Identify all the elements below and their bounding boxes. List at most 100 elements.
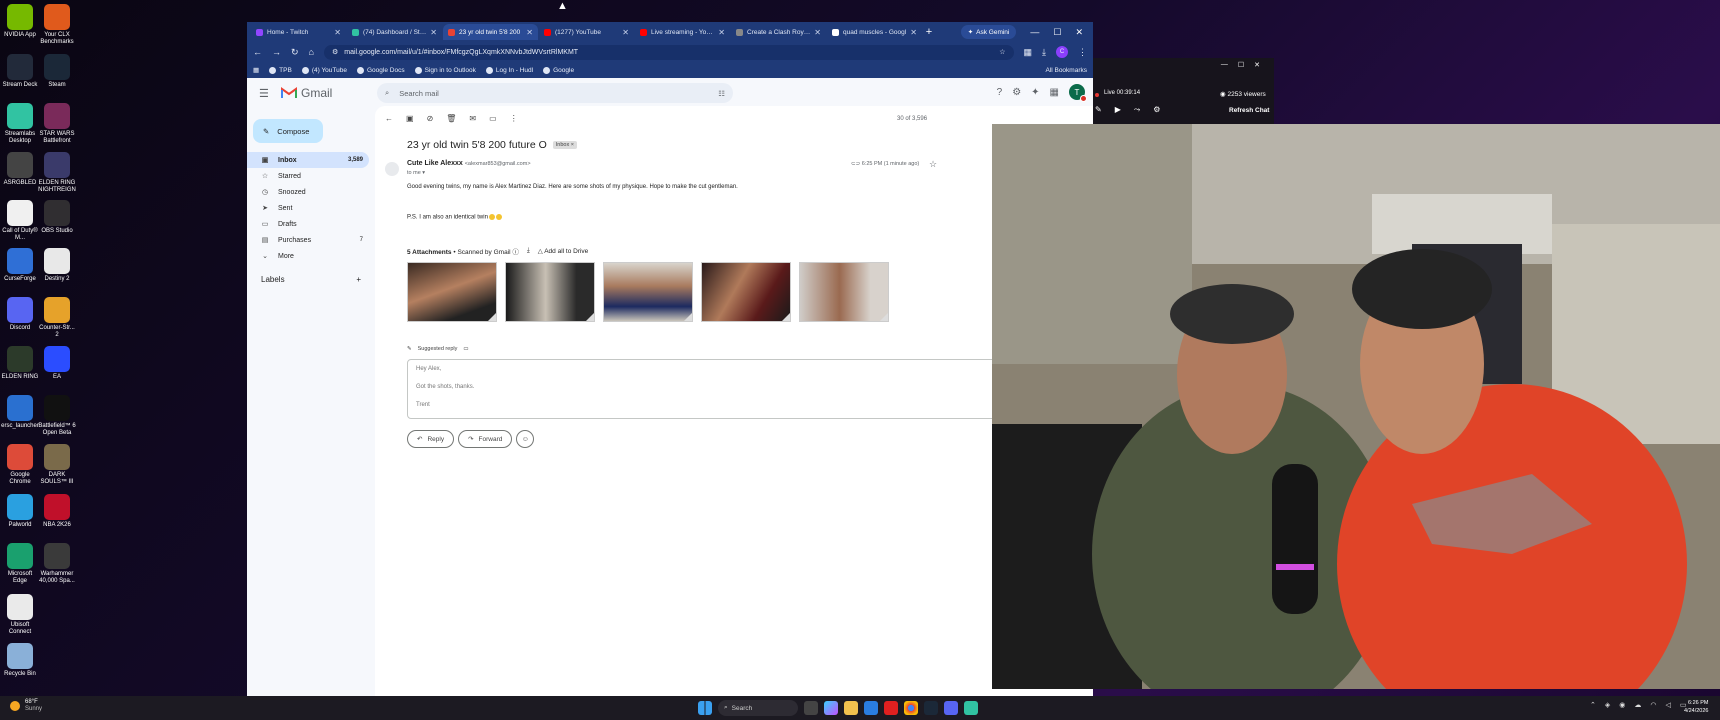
file-explorer-icon[interactable]	[844, 701, 858, 715]
task-view-icon[interactable]	[804, 701, 818, 715]
tray-app-icon[interactable]: ◉	[1619, 701, 1625, 709]
move-to-icon[interactable]: ▭	[489, 114, 497, 123]
attachment-thumbnail[interactable]	[603, 262, 693, 322]
search-icon[interactable]: ⌕	[385, 88, 389, 98]
tray-app-icon[interactable]: ◈	[1605, 701, 1610, 709]
minimize-icon[interactable]: —	[1030, 27, 1039, 38]
tab-close-icon[interactable]: ✕	[526, 28, 533, 37]
suggested-reply-box[interactable]: Hey Alex, Got the shots, thanks. Trent	[407, 359, 1007, 419]
new-tab-button[interactable]: +	[922, 26, 936, 38]
extensions-icon[interactable]: ▦	[1024, 47, 1033, 58]
download-all-icon[interactable]: ⤓	[527, 247, 530, 255]
desktop-icon[interactable]: EA	[37, 346, 77, 381]
add-label-icon[interactable]: +	[356, 275, 361, 284]
clip-icon[interactable]: ▶	[1115, 105, 1121, 115]
mark-unread-icon[interactable]: ✉	[469, 114, 476, 123]
desktop-icon[interactable]: NVIDIA App	[0, 4, 40, 39]
help-icon[interactable]: ?	[997, 87, 1003, 98]
reload-icon[interactable]: ↻	[291, 47, 299, 58]
home-icon[interactable]: ⌂	[309, 47, 314, 57]
back-icon[interactable]: ←	[253, 47, 262, 57]
settings-gear-icon[interactable]: ⚙	[1012, 87, 1021, 98]
browser-tab[interactable]: Create a Clash Royale ✕	[731, 24, 826, 40]
emoji-react-button[interactable]: ☺	[516, 430, 535, 448]
google-apps-icon[interactable]: ▦	[1050, 87, 1059, 98]
desktop-icon[interactable]: Google Chrome	[0, 444, 40, 486]
search-options-icon[interactable]: ☷	[718, 89, 725, 98]
bookmark-star-icon[interactable]: ☆	[999, 48, 1005, 56]
weather-widget[interactable]: 68°F Sunny	[10, 699, 42, 713]
store-icon[interactable]	[864, 701, 878, 715]
streamlabs-icon[interactable]	[964, 701, 978, 715]
browser-tab[interactable]: quad muscles - Googl ✕	[827, 24, 922, 40]
add-to-drive-button[interactable]: △ Add all to Drive	[538, 247, 589, 255]
inbox-label-chip[interactable]: Inbox ×	[552, 141, 577, 149]
windows-start-icon[interactable]	[698, 701, 712, 715]
feedback-icon[interactable]: ▭	[463, 346, 468, 352]
browser-tab[interactable]: Home - Twitch ✕	[251, 24, 346, 40]
wifi-icon[interactable]: ◠	[1650, 701, 1656, 709]
desktop-icon[interactable]: Destiny 2	[37, 248, 77, 283]
sidebar-item-snoozed[interactable]: ◷ Snoozed	[247, 184, 369, 200]
desktop-icon[interactable]: Streamlabs Desktop	[0, 103, 40, 145]
star-icon[interactable]: ☆	[929, 159, 937, 170]
forward-button[interactable]: ↷ Forward	[458, 430, 513, 448]
maximize-icon[interactable]: ☐	[1238, 61, 1244, 69]
back-to-inbox-icon[interactable]: ←	[385, 114, 393, 123]
tab-close-icon[interactable]: ✕	[718, 28, 725, 37]
browser-tab[interactable]: (74) Dashboard / Strea ✕	[347, 24, 442, 40]
desktop-icon[interactable]: Palworld	[0, 494, 40, 529]
ask-gemini-button[interactable]: ✦ Ask Gemini	[960, 25, 1017, 39]
desktop-icon[interactable]: ersc_launcher	[0, 395, 40, 430]
sidebar-item-starred[interactable]: ☆ Starred	[247, 168, 369, 184]
desktop-icon[interactable]: ELDEN RING	[0, 346, 40, 381]
desktop-icon[interactable]: ASRGBLED	[0, 152, 40, 187]
sidebar-item-drafts[interactable]: ▭ Drafts	[247, 216, 369, 232]
close-icon[interactable]: ✕	[1075, 27, 1083, 38]
browser-tab[interactable]: (1277) YouTube ✕	[539, 24, 634, 40]
compose-button[interactable]: ✎ Compose	[253, 119, 323, 143]
bookmark-item[interactable]: Log In - Hudl	[485, 66, 533, 74]
steam-icon[interactable]	[924, 701, 938, 715]
minimize-icon[interactable]: —	[1221, 61, 1228, 69]
account-avatar[interactable]: T	[1069, 84, 1087, 102]
desktop-icon[interactable]: Warhammer 40,000 Spa...	[37, 543, 77, 585]
desktop-icon[interactable]: CurseForge	[0, 248, 40, 283]
system-clock[interactable]: 6:26 PM 4/24/2026	[1684, 699, 1708, 715]
gmail-logo[interactable]: Gmail	[281, 86, 332, 100]
sidebar-item-purchases[interactable]: ▤ Purchases 7	[247, 232, 369, 248]
more-options-icon[interactable]: ⋮	[510, 114, 518, 123]
refresh-chat-button[interactable]: Refresh Chat	[1229, 107, 1269, 114]
bookmark-item[interactable]: (4) YouTube	[301, 66, 347, 74]
taskbar-search[interactable]: ⌕ Search	[718, 700, 798, 716]
browser-tab[interactable]: Live streaming - YouTu ✕	[635, 24, 730, 40]
tab-close-icon[interactable]: ✕	[814, 28, 821, 37]
desktop-icon[interactable]: Steam	[37, 54, 77, 89]
download-icon[interactable]: ⤓	[1042, 47, 1046, 58]
desktop-icon[interactable]: NBA 2K26	[37, 494, 77, 529]
gemini-sparkle-icon[interactable]: ✦	[1031, 87, 1039, 98]
archive-icon[interactable]: ▣	[406, 114, 414, 123]
desktop-icon[interactable]: Call of Duty® M...	[0, 200, 40, 242]
info-icon[interactable]: ⓘ	[512, 249, 519, 256]
desktop-icon[interactable]: Your CLX Benchmarks	[37, 4, 77, 46]
close-icon[interactable]: ✕	[1254, 61, 1260, 69]
copilot-icon[interactable]	[824, 701, 838, 715]
tab-close-icon[interactable]: ✕	[334, 28, 341, 37]
discord-icon[interactable]	[944, 701, 958, 715]
bookmark-item[interactable]: Google	[543, 66, 574, 74]
sidebar-item-inbox[interactable]: ▣ Inbox 3,589	[247, 152, 369, 168]
bookmark-item[interactable]: Google Docs	[357, 66, 405, 74]
bookmark-item[interactable]: TPB	[269, 66, 292, 74]
desktop-icon[interactable]: Stream Deck	[0, 54, 40, 89]
search-bar[interactable]: ⌕ Search mail ☷	[377, 83, 733, 103]
site-info-icon[interactable]: ⚙	[332, 48, 338, 56]
attachment-thumbnail[interactable]	[799, 262, 889, 322]
attachment-thumbnail[interactable]	[505, 262, 595, 322]
search-input[interactable]: Search mail	[399, 89, 708, 98]
edit-icon[interactable]: ✎	[1095, 105, 1102, 115]
chrome-icon[interactable]	[904, 701, 918, 715]
desktop-icon[interactable]: Recycle Bin	[0, 643, 40, 678]
tab-close-icon[interactable]: ✕	[910, 28, 917, 37]
tab-close-icon[interactable]: ✕	[622, 28, 629, 37]
